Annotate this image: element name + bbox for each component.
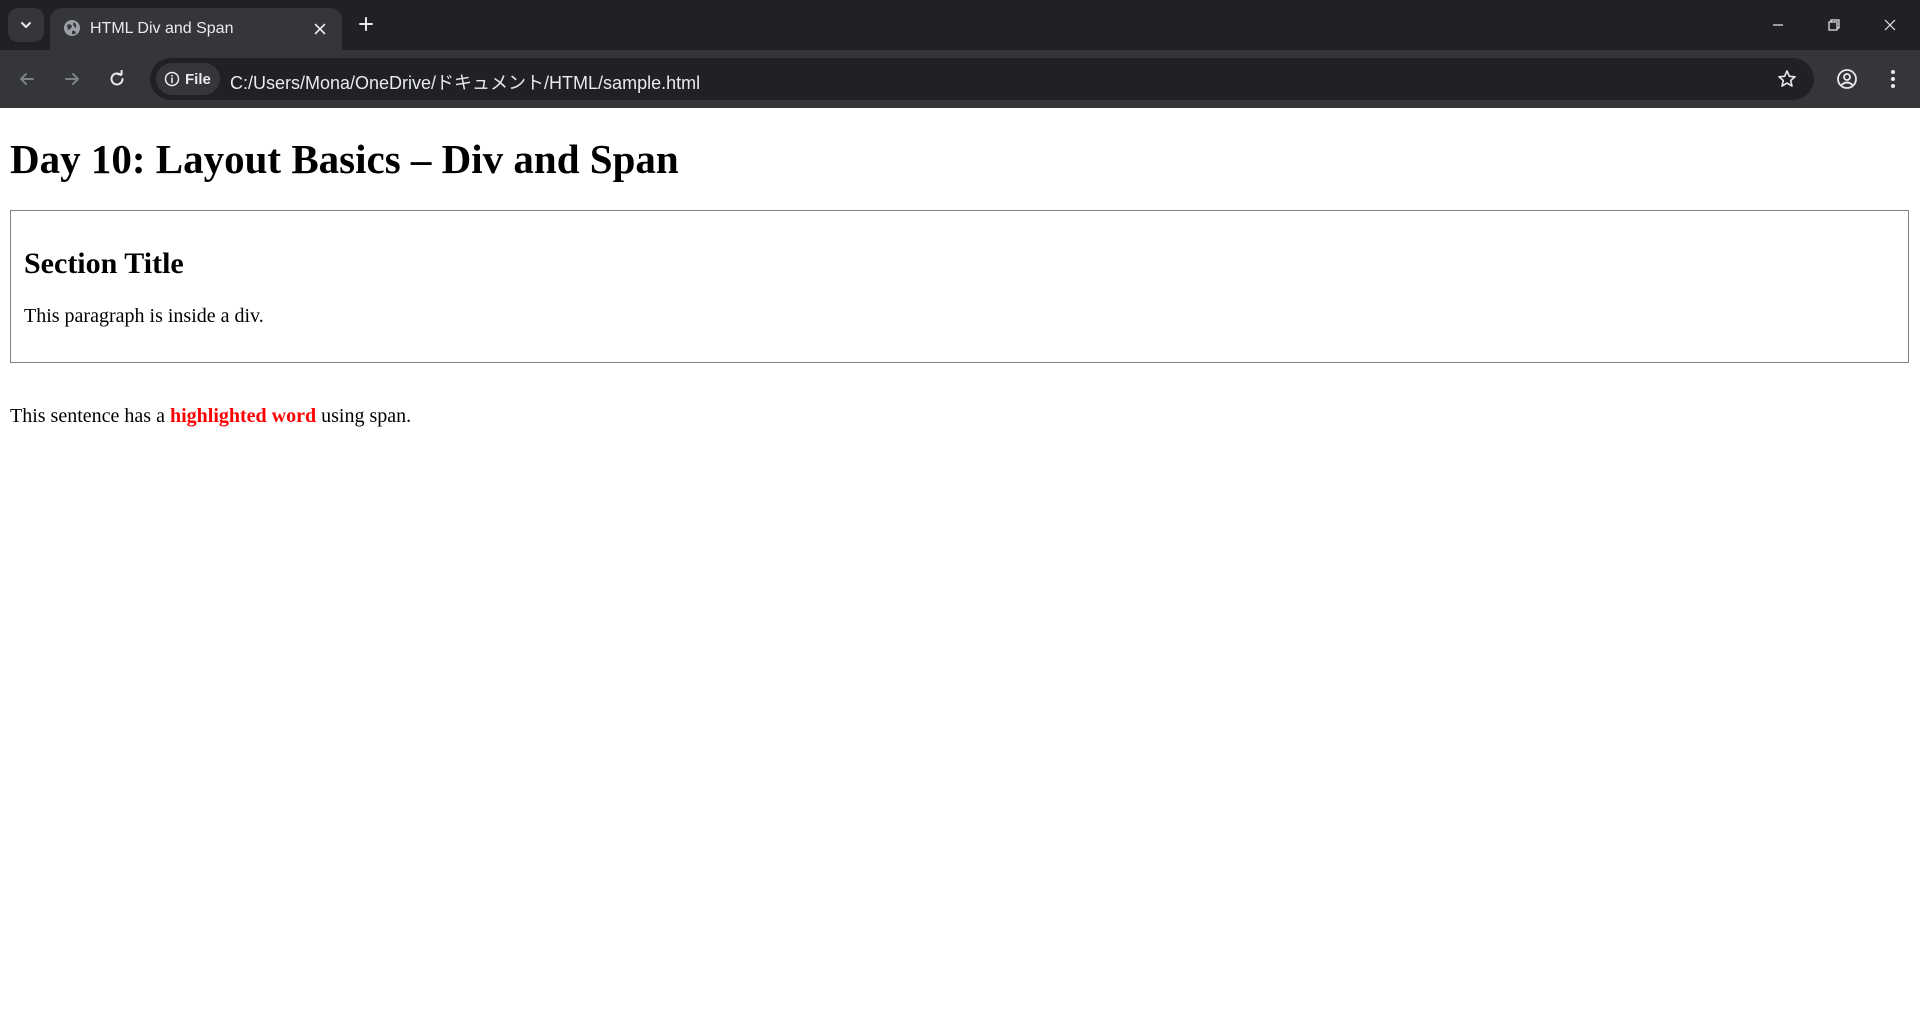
back-arrow-icon <box>20 73 34 85</box>
restore-button[interactable] <box>1806 0 1862 50</box>
tab-search-button[interactable] <box>8 8 44 42</box>
reload-icon <box>110 70 124 86</box>
close-icon[interactable] <box>310 19 330 39</box>
browser-menu-button[interactable] <box>1876 62 1910 96</box>
title-bar: HTML Div and Span <box>0 0 1920 50</box>
minimize-icon <box>1773 24 1783 26</box>
site-info-chip[interactable]: File <box>156 63 220 95</box>
site-chip-label: File <box>185 70 211 88</box>
back-button[interactable] <box>10 62 44 96</box>
active-tab[interactable]: HTML Div and Span <box>50 8 342 50</box>
section-div: Section Title This paragraph is inside a… <box>10 210 1909 363</box>
reload-button[interactable] <box>100 62 134 96</box>
forward-button[interactable] <box>55 62 89 96</box>
sentence-before: This sentence has a <box>10 405 170 427</box>
section-title: Section Title <box>24 247 184 280</box>
new-tab-button[interactable] <box>352 10 380 38</box>
info-icon <box>164 71 180 87</box>
tab-title: HTML Div and Span <box>90 20 234 37</box>
globe-icon <box>62 18 82 38</box>
address-bar[interactable]: File C:/Users/Mona/OneDrive/ドキュメント/HTML/… <box>150 58 1814 100</box>
page-title: Day 10: Layout Basics – Div and Span <box>10 136 679 182</box>
section-paragraph: This paragraph is inside a div. <box>24 305 264 327</box>
restore-icon <box>1828 19 1840 31</box>
star-icon <box>1778 70 1796 87</box>
minimize-button[interactable] <box>1750 0 1806 50</box>
page-viewport: Day 10: Layout Basics – Div and Span Sec… <box>0 108 1920 1020</box>
kebab-menu-icon <box>1891 70 1895 88</box>
bookmark-button[interactable] <box>1774 66 1800 92</box>
span-sentence: This sentence has a highlighted word usi… <box>10 405 411 428</box>
url-text[interactable]: C:/Users/Mona/OneDrive/ドキュメント/HTML/sampl… <box>230 69 700 95</box>
sentence-after: using span. <box>316 405 412 427</box>
chevron-down-icon <box>21 22 31 28</box>
browser-toolbar: File C:/Users/Mona/OneDrive/ドキュメント/HTML/… <box>0 50 1920 108</box>
profile-icon <box>1837 69 1857 89</box>
forward-arrow-icon <box>65 73 79 85</box>
plus-icon <box>359 17 373 31</box>
close-window-button[interactable] <box>1862 0 1918 50</box>
close-icon <box>1884 19 1896 31</box>
highlighted-word: highlighted word <box>169 405 317 427</box>
profile-button[interactable] <box>1830 62 1864 96</box>
